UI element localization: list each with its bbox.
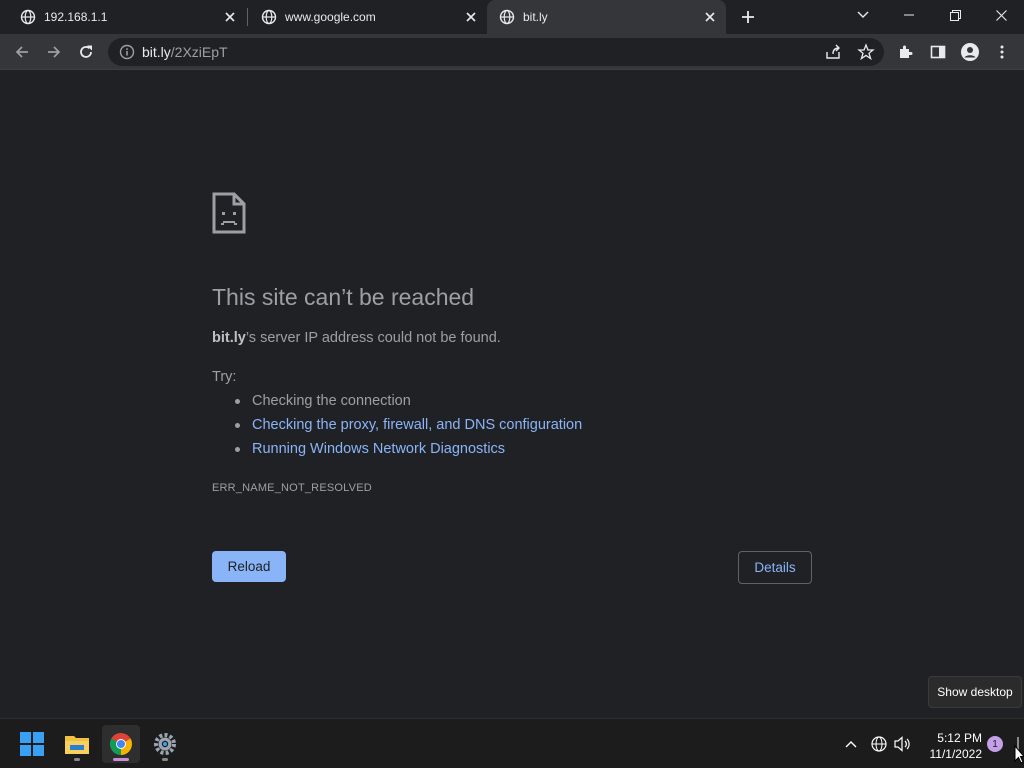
error-host: bit.ly bbox=[212, 330, 246, 346]
app-active-indicator bbox=[113, 758, 129, 761]
globe-icon bbox=[499, 9, 515, 25]
extensions-button[interactable] bbox=[892, 38, 920, 66]
clock[interactable]: 5:12 PM 11/1/2022 bbox=[920, 730, 983, 762]
url-text: bit.ly/2XziEpT bbox=[142, 44, 228, 60]
restore-button[interactable] bbox=[932, 0, 978, 30]
globe-icon bbox=[20, 9, 36, 25]
profile-button[interactable] bbox=[956, 38, 984, 66]
profile-icon bbox=[961, 43, 979, 61]
speaker-icon bbox=[894, 736, 910, 752]
tab-title: www.google.com bbox=[285, 10, 376, 24]
arrow-left-icon bbox=[15, 46, 28, 58]
globe-icon bbox=[261, 9, 277, 25]
restore-icon bbox=[949, 9, 961, 21]
show-hidden-icons-button[interactable] bbox=[842, 735, 860, 753]
close-icon bbox=[995, 9, 1007, 21]
side-panel-button[interactable] bbox=[924, 38, 952, 66]
forward-button[interactable] bbox=[40, 38, 68, 66]
chrome-icon bbox=[110, 733, 132, 755]
close-window-button[interactable] bbox=[978, 0, 1024, 30]
tab-bitly[interactable]: bit.ly bbox=[487, 0, 726, 34]
settings-icon bbox=[154, 733, 176, 755]
volume-button[interactable] bbox=[894, 735, 912, 753]
error-code: ERR_NAME_NOT_RESOLVED bbox=[212, 482, 372, 494]
suggestion-check-connection: Checking the connection bbox=[232, 392, 582, 416]
error-message-text: ’s server IP address could not be found. bbox=[245, 330, 501, 346]
error-message: bit.ly’s server IP address could not be … bbox=[212, 330, 501, 346]
puzzle-icon bbox=[900, 45, 913, 58]
show-desktop-tooltip: Show desktop bbox=[928, 676, 1022, 708]
close-tab-icon[interactable] bbox=[463, 9, 479, 25]
file-explorer-button[interactable] bbox=[58, 725, 96, 763]
more-vert-icon bbox=[1000, 45, 1004, 59]
info-icon bbox=[119, 44, 135, 60]
file-explorer-icon bbox=[65, 736, 89, 754]
new-tab-button[interactable] bbox=[736, 6, 760, 28]
start-button[interactable] bbox=[13, 725, 51, 763]
bookmark-button[interactable] bbox=[857, 43, 875, 61]
arrow-right-icon bbox=[48, 46, 61, 58]
minimize-icon bbox=[904, 14, 914, 16]
plus-icon bbox=[742, 11, 754, 23]
notification-badge[interactable]: 1 bbox=[987, 736, 1003, 752]
share-button[interactable] bbox=[824, 43, 842, 61]
tab-192-168-1-1[interactable]: 192.168.1.1 bbox=[0, 0, 246, 34]
app-running-indicator bbox=[74, 758, 80, 761]
details-button[interactable]: Details bbox=[738, 551, 812, 584]
url-path: /2XziEpT bbox=[170, 44, 228, 60]
tab-title: 192.168.1.1 bbox=[44, 10, 108, 24]
tab-google[interactable]: www.google.com bbox=[241, 0, 487, 34]
minimize-button[interactable] bbox=[886, 0, 932, 30]
tab-strip: 192.168.1.1 www.google.com bit.ly bbox=[0, 0, 1024, 34]
reload-icon bbox=[80, 45, 92, 58]
tab-title: bit.ly bbox=[523, 10, 548, 24]
side-panel-icon bbox=[930, 45, 946, 59]
error-headline: This site can’t be reached bbox=[212, 284, 475, 310]
error-page: This site can’t be reached bit.ly’s serv… bbox=[0, 71, 1024, 718]
close-tab-icon[interactable] bbox=[702, 9, 718, 25]
start-icon bbox=[20, 732, 44, 756]
chevron-up-icon bbox=[845, 741, 857, 748]
suggestion-list: Checking the connection Checking the pro… bbox=[232, 392, 582, 464]
star-icon bbox=[857, 43, 875, 61]
tab-search-button[interactable] bbox=[840, 0, 886, 30]
sad-page-icon bbox=[212, 192, 246, 234]
reload-page-button[interactable] bbox=[72, 38, 100, 66]
url-host: bit.ly bbox=[142, 44, 171, 60]
try-label: Try: bbox=[212, 369, 237, 385]
app-running-indicator bbox=[162, 758, 168, 761]
share-icon bbox=[826, 44, 840, 59]
address-bar[interactable]: bit.ly/2XziEpT bbox=[108, 38, 884, 66]
chevron-down-icon bbox=[857, 11, 869, 18]
chrome-button[interactable] bbox=[102, 725, 140, 763]
taskbar: 5:12 PM 11/1/2022 1 bbox=[0, 718, 1024, 768]
close-tab-icon[interactable] bbox=[222, 9, 238, 25]
back-button[interactable] bbox=[8, 38, 36, 66]
settings-button[interactable] bbox=[146, 725, 184, 763]
clock-time: 5:12 PM bbox=[937, 731, 982, 745]
menu-button[interactable] bbox=[988, 38, 1016, 66]
suggestion-diagnostics-link[interactable]: Running Windows Network Diagnostics bbox=[232, 440, 582, 464]
reload-button[interactable]: Reload bbox=[212, 551, 286, 582]
browser-toolbar: bit.ly/2XziEpT bbox=[0, 34, 1024, 70]
suggestion-proxy-link[interactable]: Checking the proxy, firewall, and DNS co… bbox=[232, 416, 582, 440]
globe-network-icon bbox=[871, 736, 887, 752]
mouse-cursor-icon bbox=[1014, 745, 1024, 764]
network-button[interactable] bbox=[870, 735, 888, 753]
clock-date: 11/1/2022 bbox=[929, 747, 983, 761]
